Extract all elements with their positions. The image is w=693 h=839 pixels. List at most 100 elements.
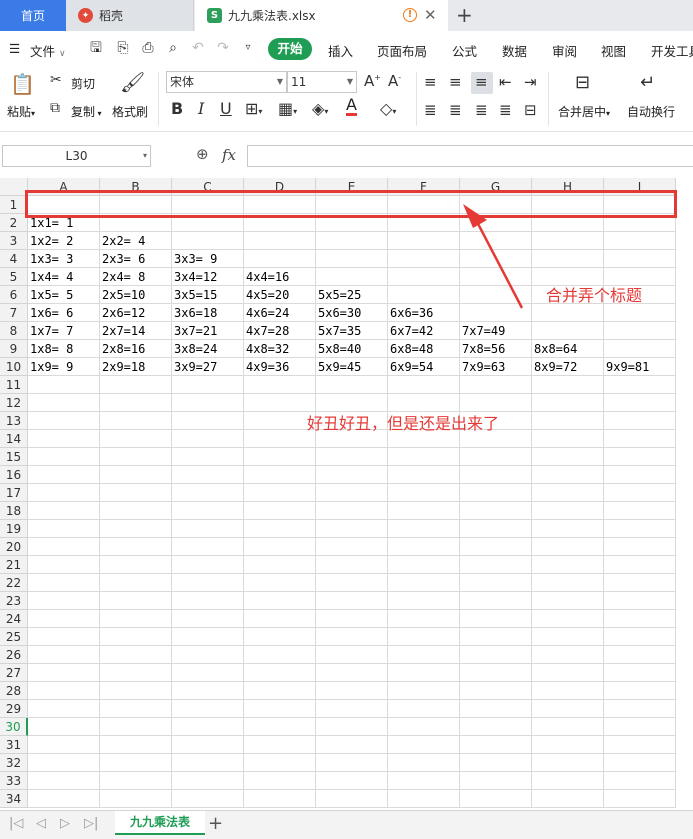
cell-e9[interactable]: 5x8=40 <box>316 340 388 358</box>
cell-f10[interactable]: 6x9=54 <box>388 358 460 376</box>
cell-i10[interactable]: 9x9=81 <box>604 358 676 376</box>
cell-g33[interactable] <box>460 772 532 790</box>
cell-a11[interactable] <box>28 376 100 394</box>
cell-e6[interactable]: 5x5=25 <box>316 286 388 304</box>
cell-c3[interactable] <box>172 232 244 250</box>
row-header-30[interactable]: 30 <box>0 718 28 736</box>
cell-b11[interactable] <box>100 376 172 394</box>
row-header-24[interactable]: 24 <box>0 610 28 628</box>
row-header-34[interactable]: 34 <box>0 790 28 808</box>
cell-g20[interactable] <box>460 538 532 556</box>
add-sheet-icon[interactable]: + <box>208 813 223 834</box>
cell-a4[interactable]: 1x3= 3 <box>28 250 100 268</box>
cell-h32[interactable] <box>532 754 604 772</box>
cell-g23[interactable] <box>460 592 532 610</box>
cell-f4[interactable] <box>388 250 460 268</box>
copy-button[interactable]: 复制 ▾ <box>71 103 102 120</box>
cell-a5[interactable]: 1x4= 4 <box>28 268 100 286</box>
cell-h31[interactable] <box>532 736 604 754</box>
cell-c20[interactable] <box>172 538 244 556</box>
cell-e33[interactable] <box>316 772 388 790</box>
cell-a32[interactable] <box>28 754 100 772</box>
row-header-25[interactable]: 25 <box>0 628 28 646</box>
cell-h3[interactable] <box>532 232 604 250</box>
cell-f33[interactable] <box>388 772 460 790</box>
cell-e28[interactable] <box>316 682 388 700</box>
menu-insert[interactable]: 插入 <box>328 41 353 60</box>
cell-g24[interactable] <box>460 610 532 628</box>
cell-g32[interactable] <box>460 754 532 772</box>
row-header-29[interactable]: 29 <box>0 700 28 718</box>
cell-b16[interactable] <box>100 466 172 484</box>
cell-e25[interactable] <box>316 628 388 646</box>
cell-d5[interactable]: 4x4=16 <box>244 268 316 286</box>
cell-f15[interactable] <box>388 448 460 466</box>
cell-d4[interactable] <box>244 250 316 268</box>
cell-f24[interactable] <box>388 610 460 628</box>
cell-h14[interactable] <box>532 430 604 448</box>
fx-icon[interactable]: fx <box>222 146 236 164</box>
cell-h30[interactable] <box>532 718 604 736</box>
cell-d29[interactable] <box>244 700 316 718</box>
cell-i8[interactable] <box>604 322 676 340</box>
cell-d15[interactable] <box>244 448 316 466</box>
cell-d9[interactable]: 4x8=32 <box>244 340 316 358</box>
paste-icon[interactable]: 📋 <box>10 72 35 96</box>
cell-h21[interactable] <box>532 556 604 574</box>
cell-f11[interactable] <box>388 376 460 394</box>
print-icon[interactable]: ⎙ <box>140 40 156 56</box>
distributed-icon[interactable]: ⊟ <box>524 101 537 119</box>
font-size-select[interactable]: 11 ▼ <box>287 71 357 93</box>
cell-d24[interactable] <box>244 610 316 628</box>
cell-a18[interactable] <box>28 502 100 520</box>
cell-a8[interactable]: 1x7= 7 <box>28 322 100 340</box>
cell-h27[interactable] <box>532 664 604 682</box>
cell-b17[interactable] <box>100 484 172 502</box>
next-sheet-icon[interactable]: ▷ <box>60 816 70 831</box>
cell-g30[interactable] <box>460 718 532 736</box>
cell-f17[interactable] <box>388 484 460 502</box>
cell-i21[interactable] <box>604 556 676 574</box>
cell-e7[interactable]: 5x6=30 <box>316 304 388 322</box>
row-header-14[interactable]: 14 <box>0 430 28 448</box>
cell-a30[interactable] <box>28 718 100 736</box>
row-header-17[interactable]: 17 <box>0 484 28 502</box>
cell-d34[interactable] <box>244 790 316 808</box>
cell-g25[interactable] <box>460 628 532 646</box>
cell-b22[interactable] <box>100 574 172 592</box>
cell-f8[interactable]: 6x7=42 <box>388 322 460 340</box>
cell-g29[interactable] <box>460 700 532 718</box>
cell-d11[interactable] <box>244 376 316 394</box>
cell-d14[interactable] <box>244 430 316 448</box>
indent-decrease-icon[interactable]: ⇤ <box>499 73 512 91</box>
copy-icon[interactable]: ⧉ <box>50 100 60 116</box>
cell-i27[interactable] <box>604 664 676 682</box>
cell-a19[interactable] <box>28 520 100 538</box>
cell-c9[interactable]: 3x8=24 <box>172 340 244 358</box>
cell-i3[interactable] <box>604 232 676 250</box>
wrap-text-button[interactable]: 自动换行 <box>627 103 675 120</box>
cell-c21[interactable] <box>172 556 244 574</box>
cell-i12[interactable] <box>604 394 676 412</box>
cell-g31[interactable] <box>460 736 532 754</box>
cell-d19[interactable] <box>244 520 316 538</box>
formula-input[interactable] <box>247 145 693 167</box>
cell-b34[interactable] <box>100 790 172 808</box>
cell-a34[interactable] <box>28 790 100 808</box>
cell-d23[interactable] <box>244 592 316 610</box>
cell-c24[interactable] <box>172 610 244 628</box>
cell-h8[interactable] <box>532 322 604 340</box>
cell-h18[interactable] <box>532 502 604 520</box>
cell-b12[interactable] <box>100 394 172 412</box>
row-header-19[interactable]: 19 <box>0 520 28 538</box>
cell-a29[interactable] <box>28 700 100 718</box>
cell-e24[interactable] <box>316 610 388 628</box>
fill-color-icon[interactable]: ◈▾ <box>312 99 328 118</box>
row-header-26[interactable]: 26 <box>0 646 28 664</box>
cell-f34[interactable] <box>388 790 460 808</box>
cell-f9[interactable]: 6x8=48 <box>388 340 460 358</box>
cell-e23[interactable] <box>316 592 388 610</box>
cell-a22[interactable] <box>28 574 100 592</box>
cell-i9[interactable] <box>604 340 676 358</box>
cell-i18[interactable] <box>604 502 676 520</box>
